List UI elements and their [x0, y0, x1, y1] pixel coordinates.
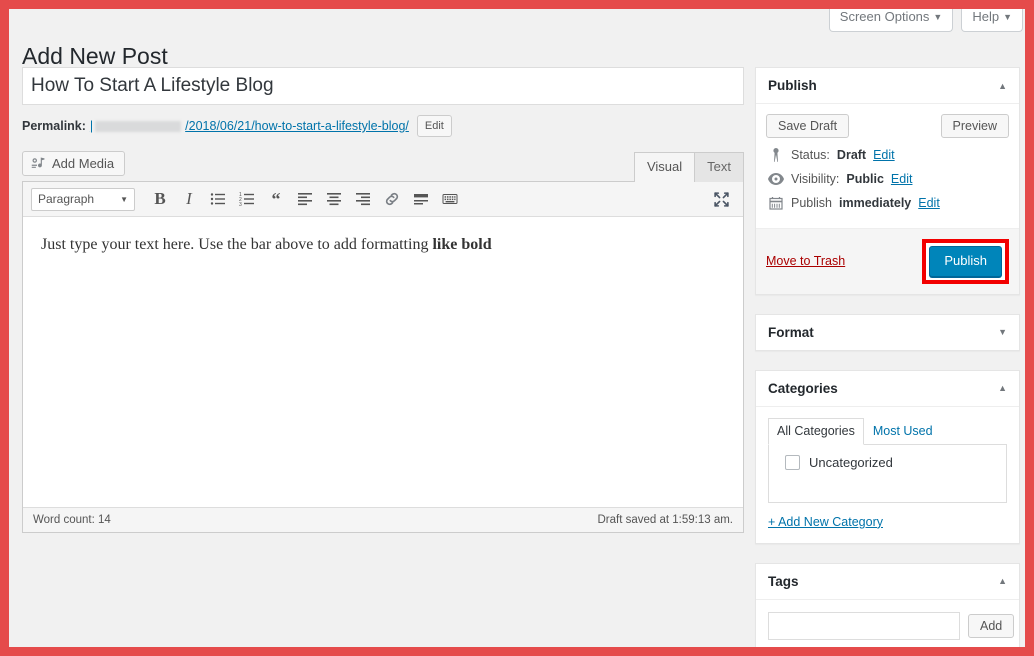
sidebar-column: Publish ▲ Save Draft Preview Status: Dra… [755, 67, 1020, 647]
visibility-label: Visibility: [791, 172, 840, 186]
schedule-row: Publish immediately Edit [766, 196, 1009, 210]
format-panel-title: Format [768, 324, 814, 340]
edit-schedule-link[interactable]: Edit [918, 196, 940, 210]
paragraph-format-select[interactable]: Paragraph [31, 187, 135, 211]
tags-panel-header[interactable]: Tags ▲ [756, 564, 1019, 600]
publish-panel: Publish ▲ Save Draft Preview Status: Dra… [755, 67, 1020, 295]
editor-status-bar: Word count: 14 Draft saved at 1:59:13 am… [23, 507, 743, 532]
categories-panel-body: All Categories Most Used Uncategorized +… [756, 407, 1019, 543]
editor-mode-tabs: Visual Text [633, 152, 744, 184]
eye-icon [768, 173, 784, 185]
publish-panel-footer: Move to Trash Publish [756, 228, 1019, 294]
schedule-label: Publish [791, 196, 832, 210]
permalink-prefix[interactable]: | [90, 119, 93, 133]
chevron-up-icon[interactable]: ▲ [998, 81, 1007, 91]
move-to-trash-link[interactable]: Move to Trash [766, 254, 845, 268]
save-draft-button[interactable]: Save Draft [766, 114, 850, 138]
media-row: Add Media Visual Text [22, 151, 744, 184]
category-checkbox-uncategorized[interactable] [785, 454, 800, 470]
categories-tabs: All Categories Most Used [768, 417, 1007, 445]
edit-visibility-link[interactable]: Edit [891, 172, 913, 186]
italic-icon[interactable]: I [176, 186, 202, 212]
publish-action-row: Save Draft Preview [766, 114, 1009, 138]
tags-panel-body: Add Separate tags with commas [756, 600, 1019, 647]
align-center-icon[interactable] [321, 186, 347, 212]
edit-permalink-button[interactable]: Edit [416, 114, 452, 138]
permalink-redacted-domain [95, 120, 182, 132]
tags-input[interactable] [768, 611, 960, 640]
media-icon [31, 156, 46, 171]
tab-most-used[interactable]: Most Used [864, 418, 942, 445]
align-left-icon[interactable] [292, 186, 318, 212]
tags-panel-title: Tags [768, 573, 799, 589]
word-count: Word count: 14 [33, 514, 111, 526]
paragraph-format-wrap: Paragraph ▼ [31, 187, 135, 211]
tab-all-categories[interactable]: All Categories [768, 417, 864, 445]
screen-options-label: Screen Options [839, 9, 930, 24]
chevron-up-icon[interactable]: ▲ [998, 383, 1007, 393]
chevron-down-icon[interactable]: ▼ [998, 327, 1007, 337]
editor-toolbar: Paragraph ▼ B I 1 2 3 “ [23, 182, 743, 217]
post-title-input[interactable] [22, 67, 744, 105]
editor-content-area[interactable]: Just type your text here. Use the bar ab… [23, 217, 743, 507]
categories-list: Uncategorized [768, 444, 1007, 503]
edit-status-link[interactable]: Edit [873, 148, 895, 162]
insert-link-icon[interactable] [379, 186, 405, 212]
format-panel: Format ▼ [755, 313, 1020, 351]
toolbar-toggle-icon[interactable] [437, 186, 463, 212]
tags-input-row: Add [768, 611, 1015, 640]
bold-icon[interactable]: B [147, 186, 173, 212]
pin-icon [768, 148, 784, 162]
align-right-icon[interactable] [350, 186, 376, 212]
permalink-row: Permalink: | /2018/06/21/how-to-start-a-… [22, 113, 744, 139]
status-value: Draft [836, 148, 867, 162]
help-button[interactable]: Help ▼ [961, 9, 1023, 32]
svg-text:3: 3 [239, 202, 242, 207]
publish-panel-title: Publish [768, 78, 817, 93]
editor-text-plain: Just type your text here. Use the bar ab… [41, 236, 433, 253]
screen-options-button[interactable]: Screen Options ▼ [828, 9, 954, 32]
format-panel-header[interactable]: Format ▼ [756, 315, 1019, 350]
status-row: Status: Draft Edit [766, 148, 1009, 162]
preview-button[interactable]: Preview [940, 114, 1009, 138]
publish-button-highlight: Publish [922, 239, 1009, 284]
publish-button[interactable]: Publish [929, 246, 1002, 277]
list-item: Uncategorized [777, 454, 998, 470]
categories-panel-header[interactable]: Categories ▲ [756, 371, 1019, 407]
chevron-down-icon: ▼ [933, 12, 943, 22]
publish-panel-body: Save Draft Preview Status: Draft Edit Vi… [756, 104, 1019, 228]
calendar-icon [768, 196, 784, 210]
visibility-row: Visibility: Public Edit [766, 172, 1009, 186]
permalink-url[interactable]: /2018/06/21/how-to-start-a-lifestyle-blo… [185, 119, 409, 133]
add-tag-button[interactable]: Add [968, 613, 1015, 638]
add-new-category-link[interactable]: + Add New Category [768, 515, 883, 529]
admin-top-buttons: Screen Options ▼ Help ▼ [828, 9, 1025, 32]
tags-panel: Tags ▲ Add Separate tags with commas [755, 562, 1020, 647]
editor-container: Paragraph ▼ B I 1 2 3 “ Just type your t… [22, 181, 744, 533]
chevron-down-icon: ▼ [1003, 12, 1012, 22]
category-label: Uncategorized [809, 454, 893, 470]
draft-saved-status: Draft saved at 1:59:13 am. [597, 514, 733, 526]
chevron-up-icon[interactable]: ▲ [998, 576, 1007, 586]
wordpress-admin-screen: Screen Options▼ Help▼ Add New Post Perma… [9, 9, 1025, 647]
help-label: Help [972, 9, 1000, 24]
numbered-list-icon[interactable]: 1 2 3 [234, 186, 260, 212]
distraction-free-mode-icon[interactable] [709, 187, 733, 211]
categories-panel-title: Categories [768, 380, 838, 396]
read-more-icon[interactable] [408, 186, 434, 212]
tab-text[interactable]: Text [694, 152, 744, 184]
schedule-value: immediately [839, 196, 912, 210]
add-media-label: Add Media [52, 156, 115, 171]
permalink-label: Permalink: [22, 119, 86, 133]
editor-text-bold: like bold [432, 236, 492, 253]
tab-visual[interactable]: Visual [633, 152, 696, 184]
visibility-value: Public [846, 172, 884, 186]
status-label: Status: [791, 148, 830, 162]
editor-column: Permalink: | /2018/06/21/how-to-start-a-… [22, 67, 744, 533]
add-media-button[interactable]: Add Media [22, 151, 126, 176]
categories-panel: Categories ▲ All Categories Most Used Un… [755, 369, 1020, 544]
blockquote-icon[interactable]: “ [263, 186, 289, 212]
bulleted-list-icon[interactable] [205, 186, 231, 212]
publish-panel-header[interactable]: Publish ▲ [756, 68, 1019, 104]
